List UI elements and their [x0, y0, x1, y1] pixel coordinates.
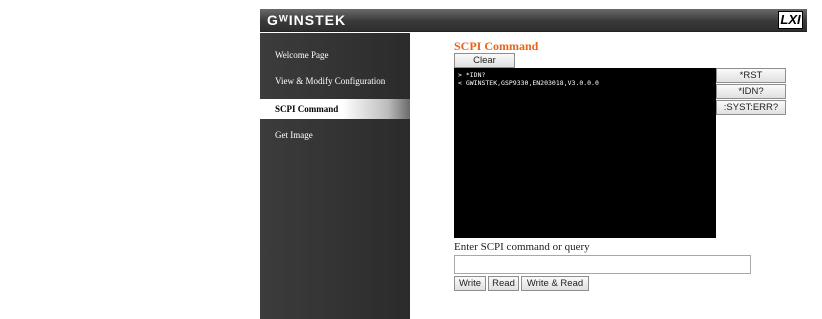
scpi-command-input[interactable]: [454, 255, 751, 274]
instrument-web-page: GᵂINSTEK LXI Welcome Page View & Modify …: [260, 9, 807, 319]
syst-err-button[interactable]: :SYST:ERR?: [716, 100, 786, 115]
scpi-console-output: > *IDN? < GWINSTEK,GSP9330,EN203018,V3.0.…: [454, 68, 716, 238]
read-button[interactable]: Read: [488, 276, 519, 291]
sidebar: Welcome Page View & Modify Configuration…: [260, 33, 410, 319]
write-button[interactable]: Write: [454, 276, 486, 291]
main-content: SCPI Command Clear Window > *IDN?< GWINS…: [410, 33, 807, 319]
idn-button[interactable]: *IDN?: [716, 84, 786, 99]
sidebar-item-scpi-command[interactable]: SCPI Command: [260, 99, 410, 119]
write-and-read-button[interactable]: Write & Read: [521, 276, 589, 291]
sidebar-item-get-image[interactable]: Get Image: [260, 125, 410, 145]
gwinstek-logo: GᵂINSTEK: [267, 12, 347, 28]
lxi-badge: LXI: [778, 11, 803, 29]
sidebar-item-view-modify-configuration[interactable]: View & Modify Configuration: [260, 71, 410, 91]
header-bar: GᵂINSTEK LXI: [260, 9, 807, 32]
enter-command-label: Enter SCPI command or query: [454, 241, 590, 253]
console-line: > *IDN?: [458, 71, 486, 79]
sidebar-item-welcome-page[interactable]: Welcome Page: [260, 45, 410, 65]
clear-window-button[interactable]: Clear Window: [454, 53, 515, 79]
console-line: < GWINSTEK,GSP9330,EN203018,V3.0.0.0: [458, 79, 599, 87]
rst-button[interactable]: *RST: [716, 68, 786, 83]
page-title: SCPI Command: [454, 39, 539, 53]
